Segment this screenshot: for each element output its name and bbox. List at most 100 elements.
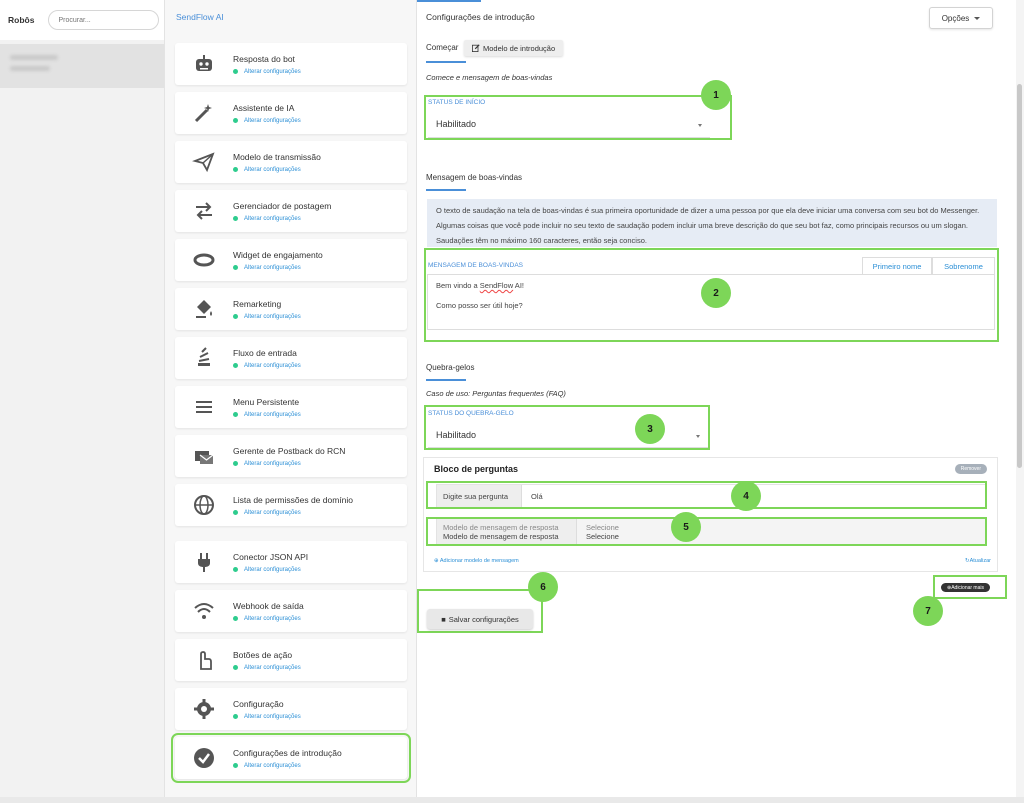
menu-item[interactable]: Gerenciador de postagem Alterar configura… <box>175 190 407 232</box>
menu-item-label: Configurações de introdução <box>233 747 342 758</box>
menu-item[interactable]: Botões de ação Alterar configurações <box>175 639 407 681</box>
status-dot <box>233 216 238 221</box>
menu-item-label: Gerente de Postback do RCN <box>233 445 346 456</box>
welcome-text-a: Bem vindo a <box>436 281 480 290</box>
menu-item[interactable]: Conector JSON API Alterar configurações <box>175 541 407 583</box>
status-dot <box>233 461 238 466</box>
menu-item-label: Configuração <box>233 698 284 709</box>
tab-icebreakers-underline <box>426 379 466 381</box>
menu-item-label: Assistente de IA <box>233 102 295 113</box>
change-settings-link[interactable]: Alterar configurações <box>233 265 323 271</box>
pointer-hand-icon <box>175 648 233 672</box>
first-name-button[interactable]: Primeiro nome <box>862 257 932 275</box>
menu-item-label: Remarketing <box>233 298 282 309</box>
menu-item[interactable]: Webhook de saída Alterar configurações <box>175 590 407 632</box>
change-settings-link[interactable]: Alterar configurações <box>233 763 342 769</box>
add-more-button[interactable]: ⊕ Adicionar mais <box>941 583 990 592</box>
menu-item[interactable]: Widget de engajamento Alterar configuraçõ… <box>175 239 407 281</box>
menu-item-text: Gerenciador de postagem Alterar configura… <box>233 201 331 222</box>
robot-icon <box>175 52 233 76</box>
change-settings-link[interactable]: Alterar configurações <box>233 167 321 173</box>
globe-icon <box>175 493 233 517</box>
change-settings-link[interactable]: Alterar configurações <box>233 461 345 467</box>
status-dot <box>233 714 238 719</box>
tab-welcome[interactable]: Mensagem de boas-vindas <box>426 173 522 182</box>
menu-item[interactable]: Menu Persistente Alterar configurações <box>175 386 407 428</box>
icebreaker-status-select[interactable]: Habilitado <box>428 422 708 448</box>
exchange-arrows-icon <box>175 199 233 223</box>
change-settings-link[interactable]: Alterar configurações <box>233 616 304 622</box>
start-status-select[interactable]: Habilitado <box>428 110 710 138</box>
main-panel: Configurações de introdução Opções Começ… <box>417 0 1024 797</box>
change-settings-label: Alterar configurações <box>244 264 301 271</box>
tab-icebreakers[interactable]: Quebra-gelos <box>426 363 474 372</box>
stack-icon <box>175 346 233 370</box>
menu-item[interactable]: Remarketing Alterar configurações <box>175 288 407 330</box>
ring-icon <box>175 248 233 272</box>
status-dot <box>233 763 238 768</box>
plus-circle-icon: ⊕ <box>434 558 439 564</box>
add-message-template-link[interactable]: ⊕ Adicionar modelo de mensagem <box>434 558 519 564</box>
hamburger-menu-icon <box>175 395 233 419</box>
change-settings-link[interactable]: Alterar configurações <box>233 216 331 222</box>
menu-item-text: Menu Persistente Alterar configurações <box>233 397 301 418</box>
remove-button[interactable]: Remover <box>954 464 987 474</box>
plug-icon <box>175 550 233 574</box>
menu-item-label: Resposta do bot <box>233 53 295 64</box>
change-settings-link[interactable]: Alterar configurações <box>233 118 301 124</box>
welcome-field-label: MENSAGEM DE BOAS-VINDAS <box>428 262 523 269</box>
edit-icon <box>472 44 480 52</box>
menu-item[interactable]: Modelo de transmissão Alterar configuraçõ… <box>175 141 407 183</box>
change-settings-label: Alterar configurações <box>244 68 301 75</box>
menu-item-label: Botões de ação <box>233 649 293 660</box>
menu-item[interactable]: Lista de permissões de domínio Alterar co… <box>175 484 407 526</box>
check-circle-icon <box>175 746 233 770</box>
change-settings-link[interactable]: Alterar configurações <box>233 412 301 418</box>
bots-search-input[interactable] <box>48 10 160 30</box>
menu-item[interactable]: Configurações de introdução Alterar confi… <box>171 733 411 783</box>
highlight-box-5 <box>426 517 987 546</box>
change-settings-link[interactable]: Alterar configurações <box>233 510 353 516</box>
menu-item[interactable]: Fluxo de entrada Alterar configurações <box>175 337 407 379</box>
change-settings-label: Alterar configurações <box>244 313 301 320</box>
change-settings-link[interactable]: Alterar configurações <box>233 714 301 720</box>
change-settings-link[interactable]: Alterar configurações <box>233 567 308 573</box>
bots-panel: Robôs <box>0 0 165 797</box>
page-title: Configurações de introdução <box>426 12 535 22</box>
paint-bucket-icon <box>175 297 233 321</box>
menu-item-text: Botões de ação Alterar configurações <box>233 650 301 671</box>
status-dot <box>233 265 238 270</box>
menu-item[interactable]: Configuração Alterar configurações <box>175 688 407 730</box>
brand-name: SendFlow AI <box>176 12 224 22</box>
options-dropdown-button[interactable]: Opções <box>929 7 993 29</box>
change-settings-label: Alterar configurações <box>244 713 301 720</box>
change-settings-label: Alterar configurações <box>244 566 301 573</box>
change-settings-link[interactable]: Alterar configurações <box>233 314 301 320</box>
scrollbar-thumb[interactable] <box>1017 84 1022 468</box>
menu-item[interactable]: Resposta do bot Alterar configurações <box>175 43 407 85</box>
menu-item-label: Menu Persistente <box>233 396 300 407</box>
status-dot <box>233 616 238 621</box>
bot-entry[interactable] <box>0 44 164 88</box>
save-settings-button[interactable]: ■ Salvar configurações <box>427 609 533 629</box>
annotation-badge-1: 1 <box>701 80 731 110</box>
menu-item-text: Conector JSON API Alterar configurações <box>233 552 308 573</box>
tab-start[interactable]: Começar <box>426 43 458 52</box>
change-settings-link[interactable]: Alterar configurações <box>233 363 301 369</box>
menu-item[interactable]: Gerente de Postback do RCN Alterar config… <box>175 435 407 477</box>
status-dot <box>233 167 238 172</box>
add-message-template-label: Adicionar modelo de mensagem <box>439 558 519 564</box>
menu-item-text: Remarketing Alterar configurações <box>233 299 301 320</box>
menu-item[interactable]: Assistente de IA Alterar configurações <box>175 92 407 134</box>
blurred-bot-name <box>10 55 58 60</box>
tab-start-underline <box>426 61 466 63</box>
last-name-button[interactable]: Sobrenome <box>932 257 995 275</box>
wifi-icon <box>175 599 233 623</box>
intro-template-button[interactable]: Modelo de introdução <box>464 40 564 56</box>
change-settings-link[interactable]: Alterar configurações <box>233 665 301 671</box>
change-settings-link[interactable]: Alterar configurações <box>233 69 301 75</box>
bots-header: Robôs <box>0 0 164 40</box>
menu-item-text: Configuração Alterar configurações <box>233 699 301 720</box>
refresh-link[interactable]: ↻Atualizar <box>965 558 991 564</box>
change-settings-label: Alterar configurações <box>244 509 301 516</box>
